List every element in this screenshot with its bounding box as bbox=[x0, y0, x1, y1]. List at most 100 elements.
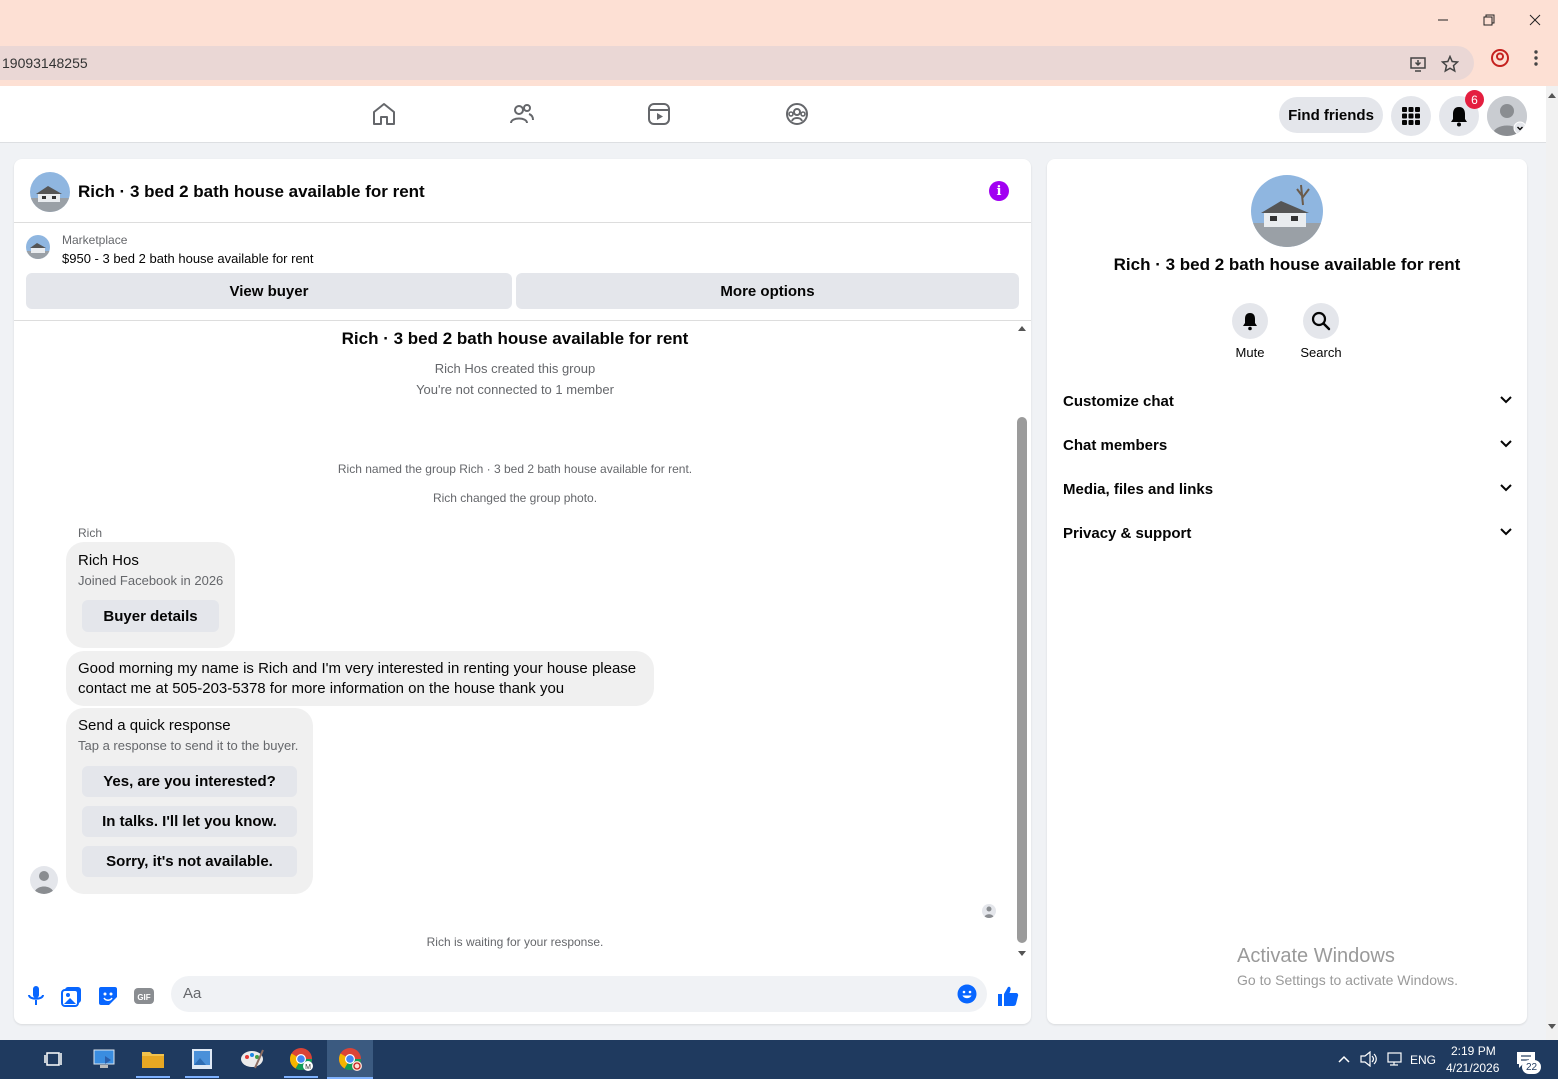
close-icon[interactable] bbox=[1512, 0, 1558, 40]
address-bar[interactable]: 19093148255 bbox=[0, 46, 1474, 80]
menu-grid-icon[interactable] bbox=[1391, 96, 1431, 136]
chevron-down-icon bbox=[1499, 524, 1513, 542]
message-bubble[interactable]: Good morning my name is Rich and I'm ver… bbox=[66, 651, 654, 706]
network-icon[interactable] bbox=[1385, 1051, 1403, 1072]
media-files-links-label: Media, files and links bbox=[1063, 480, 1214, 498]
message-input[interactable]: Aa bbox=[171, 976, 987, 1012]
notification-count-badge: 6 bbox=[1465, 90, 1484, 109]
buyer-joined-text: Joined Facebook in 2026 bbox=[78, 573, 224, 588]
activate-windows-subtitle: Go to Settings to activate Windows. bbox=[1237, 972, 1458, 988]
quick-response-title: Send a quick response bbox=[78, 717, 231, 734]
marketplace-label: Marketplace bbox=[62, 233, 128, 247]
listing-thumbnail[interactable] bbox=[26, 235, 50, 259]
chat-header: Rich · 3 bed 2 bath house available for … bbox=[14, 159, 1031, 223]
search-action[interactable]: Search bbox=[1285, 303, 1357, 360]
chrome-active-icon[interactable] bbox=[337, 1046, 363, 1072]
search-label: Search bbox=[1300, 345, 1342, 360]
messages-scrollbar[interactable] bbox=[1015, 321, 1029, 961]
address-text: 19093148255 bbox=[2, 55, 88, 71]
svg-text:GIF: GIF bbox=[137, 993, 150, 1002]
file-explorer-icon[interactable] bbox=[136, 1046, 170, 1078]
chevron-down-icon bbox=[1499, 436, 1513, 454]
sender-name: Rich bbox=[78, 526, 103, 540]
chat-panel: Rich · 3 bed 2 bath house available for … bbox=[14, 159, 1031, 1024]
clock-date[interactable]: 4/21/2026 bbox=[1446, 1061, 1499, 1075]
page-scrollbar[interactable] bbox=[1546, 86, 1558, 1040]
chrome-profile-icon[interactable]: M bbox=[284, 1046, 318, 1078]
activate-windows-watermark: Activate Windows Go to Settings to activ… bbox=[1237, 945, 1458, 988]
svg-text:M: M bbox=[305, 1064, 311, 1071]
groups-icon[interactable] bbox=[783, 100, 811, 128]
buyer-details-button[interactable]: Buyer details bbox=[82, 600, 219, 632]
restore-icon[interactable] bbox=[1466, 0, 1512, 40]
install-app-icon[interactable] bbox=[1408, 54, 1428, 74]
quick-response-subtitle: Tap a response to send it to the buyer. bbox=[78, 738, 299, 753]
gif-icon[interactable]: GIF bbox=[133, 985, 155, 1007]
input-language[interactable]: ENG bbox=[1410, 1053, 1436, 1067]
quick-response-card: Send a quick response Tap a response to … bbox=[66, 708, 313, 894]
chat-members-section[interactable]: Chat members bbox=[1063, 427, 1513, 463]
photo-icon[interactable] bbox=[61, 985, 83, 1007]
find-friends-button[interactable]: Find friends bbox=[1279, 97, 1383, 133]
message-composer: GIF Aa bbox=[14, 961, 1031, 1024]
group-photo-event: Rich changed the group photo. bbox=[432, 491, 598, 505]
media-files-links-section[interactable]: Media, files and links bbox=[1063, 471, 1513, 507]
task-view-icon[interactable] bbox=[41, 1046, 67, 1072]
chevron-down-icon bbox=[1499, 480, 1513, 498]
view-buyer-button[interactable]: View buyer bbox=[26, 273, 512, 309]
paint-app-icon[interactable] bbox=[239, 1046, 265, 1072]
group-photo[interactable] bbox=[30, 172, 70, 212]
marketplace-listing-row: Marketplace $950 - 3 bed 2 bath house av… bbox=[14, 223, 1031, 321]
buyer-profile-card: Rich Hos Joined Facebook in 2026 Buyer d… bbox=[66, 542, 235, 648]
quick-response-not-available[interactable]: Sorry, it's not available. bbox=[82, 846, 297, 877]
info-group-title: Rich · 3 bed 2 bath house available for … bbox=[1113, 255, 1461, 274]
volume-icon[interactable] bbox=[1360, 1050, 1378, 1072]
browser-menu-icon[interactable] bbox=[1526, 48, 1546, 68]
activate-windows-title: Activate Windows bbox=[1237, 945, 1395, 967]
action-center-count: 22 bbox=[1522, 1060, 1541, 1074]
info-group-photo[interactable] bbox=[1251, 175, 1323, 247]
privacy-support-section[interactable]: Privacy & support bbox=[1063, 515, 1513, 551]
photos-app-icon[interactable] bbox=[185, 1046, 219, 1078]
privacy-support-label: Privacy & support bbox=[1063, 524, 1192, 542]
message-thread: Rich · 3 bed 2 bath house available for … bbox=[14, 321, 1031, 961]
quick-response-yes[interactable]: Yes, are you interested? bbox=[82, 766, 297, 797]
account-avatar[interactable] bbox=[1487, 96, 1527, 136]
emoji-icon[interactable] bbox=[957, 984, 977, 1004]
group-title: Rich · 3 bed 2 bath house available for … bbox=[341, 329, 689, 348]
message-input-placeholder: Aa bbox=[183, 985, 202, 1002]
sticker-icon[interactable] bbox=[97, 985, 119, 1007]
message-line-2: contact me at 505-203-5378 for more info… bbox=[78, 680, 565, 697]
bookmark-star-icon[interactable] bbox=[1440, 54, 1460, 74]
info-icon[interactable]: i bbox=[989, 181, 1009, 201]
friends-icon[interactable] bbox=[508, 100, 536, 128]
microphone-icon[interactable] bbox=[25, 985, 47, 1007]
conversation-info-panel: Rich · 3 bed 2 bath house available for … bbox=[1047, 159, 1527, 1024]
minimize-icon[interactable] bbox=[1420, 0, 1466, 40]
search-icon[interactable] bbox=[1303, 303, 1339, 339]
home-icon[interactable] bbox=[370, 100, 398, 128]
mute-action[interactable]: Mute bbox=[1214, 303, 1286, 360]
read-receipt-avatar bbox=[982, 904, 996, 918]
active-chrome-tab-highlight[interactable] bbox=[327, 1040, 373, 1079]
sender-avatar[interactable] bbox=[30, 866, 58, 894]
like-thumb-icon[interactable] bbox=[997, 985, 1019, 1007]
mute-label: Mute bbox=[1235, 345, 1265, 360]
more-options-button[interactable]: More options bbox=[516, 273, 1019, 309]
watch-icon[interactable] bbox=[645, 100, 673, 128]
windows-taskbar: M ENG 2:19 PM 4/21/2026 22 bbox=[0, 1040, 1558, 1079]
buyer-name: Rich Hos bbox=[78, 552, 139, 569]
clock-time[interactable]: 2:19 PM bbox=[1451, 1044, 1496, 1058]
quick-response-in-talks[interactable]: In talks. I'll let you know. bbox=[82, 806, 297, 837]
mute-bell-icon[interactable] bbox=[1232, 303, 1268, 339]
waiting-status: Rich is waiting for your response. bbox=[426, 935, 604, 949]
this-pc-icon[interactable] bbox=[91, 1046, 117, 1072]
chat-title[interactable]: Rich · 3 bed 2 bath house available for … bbox=[78, 182, 425, 202]
customize-chat-section[interactable]: Customize chat bbox=[1063, 383, 1513, 419]
listing-title[interactable]: $950 - 3 bed 2 bath house available for … bbox=[62, 251, 314, 266]
chat-members-label: Chat members bbox=[1063, 436, 1168, 454]
message-line-1: Good morning my name is Rich and I'm ver… bbox=[78, 660, 637, 677]
profile-icon[interactable] bbox=[1490, 48, 1510, 68]
show-hidden-icons-chevron-icon[interactable] bbox=[1337, 1052, 1351, 1071]
messages-scroll-thumb[interactable] bbox=[1017, 417, 1027, 943]
